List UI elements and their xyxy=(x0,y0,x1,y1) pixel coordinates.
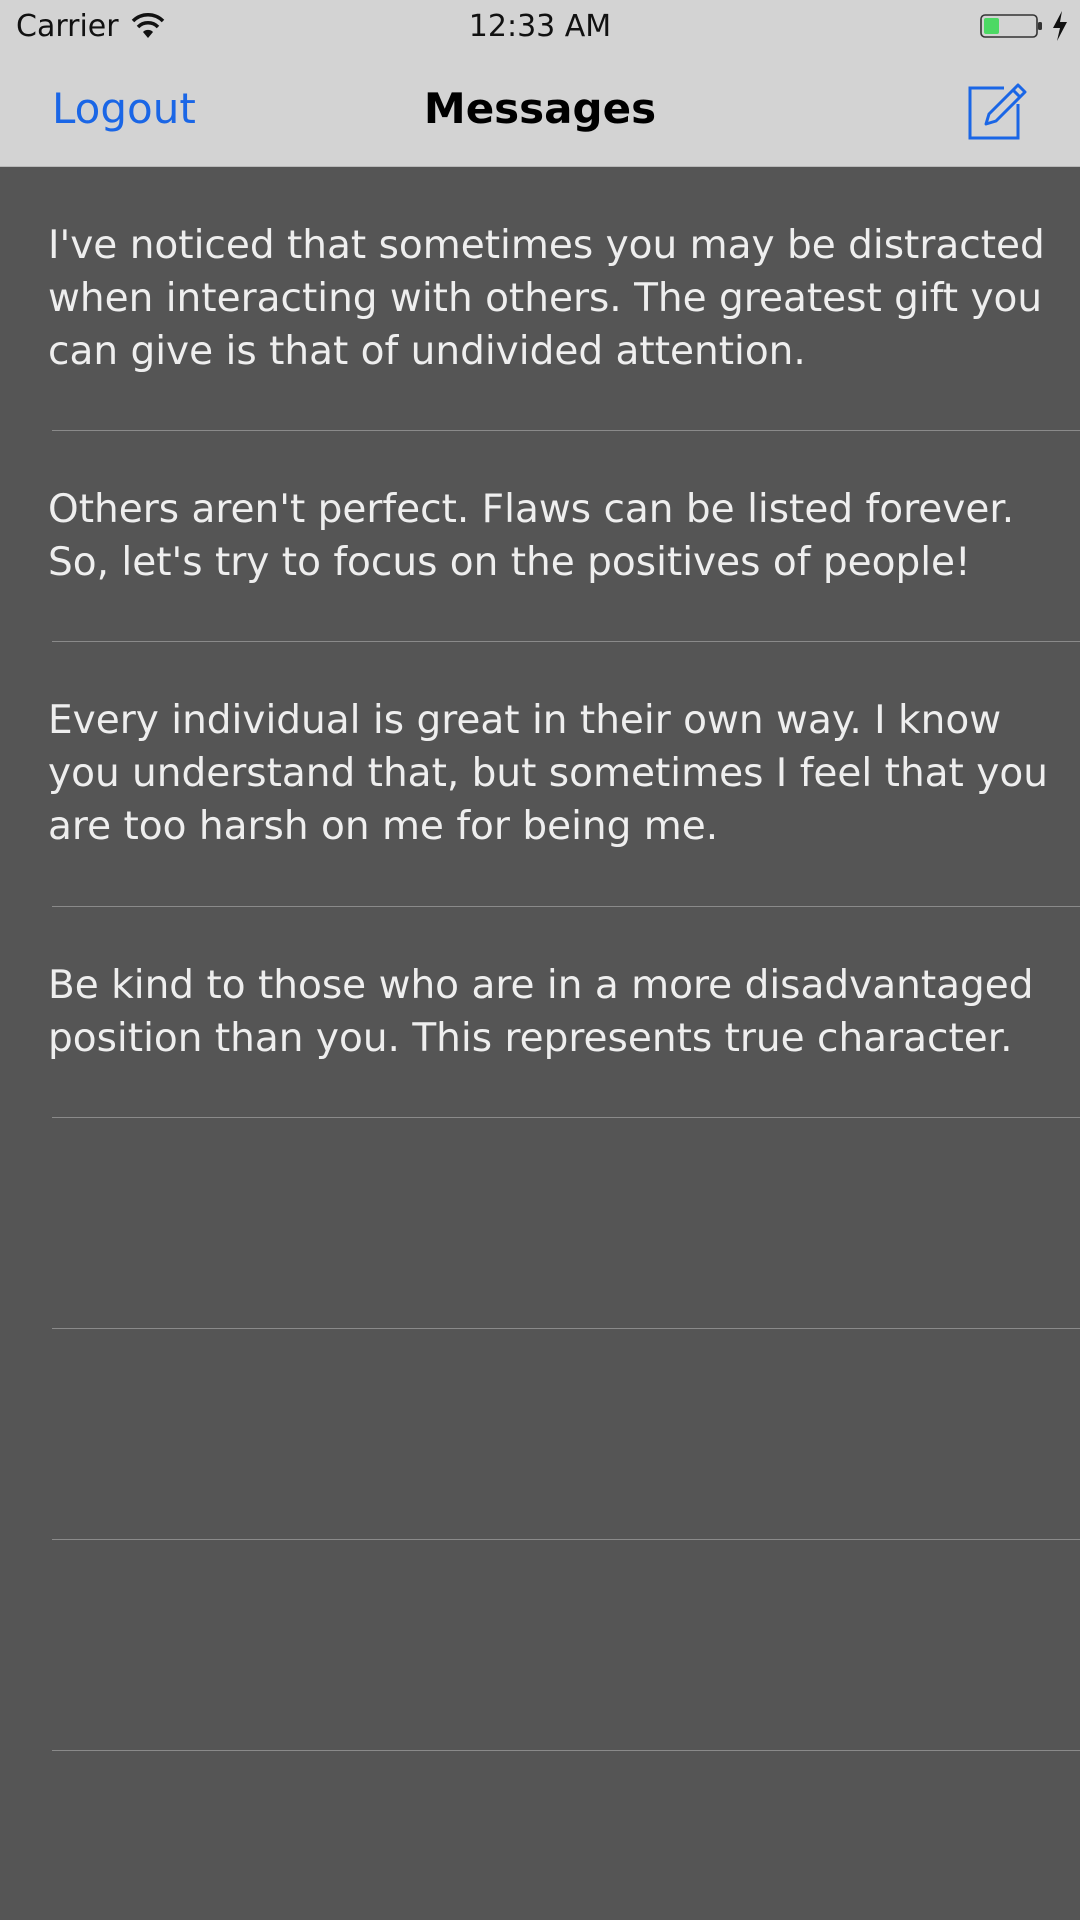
message-row[interactable]: Be kind to those who are in a more disad… xyxy=(0,907,1080,1118)
empty-row xyxy=(0,1540,1080,1751)
page-title: Messages xyxy=(423,84,657,133)
bolt-icon xyxy=(1053,11,1067,41)
row-separator xyxy=(52,1750,1080,1751)
navigation-bar: Logout Messages xyxy=(0,54,1080,167)
empty-row xyxy=(0,1118,1080,1329)
status-time: 12:33 AM xyxy=(468,9,612,44)
status-bar: Carrier 12:33 AM xyxy=(0,0,1080,54)
compose-icon[interactable] xyxy=(962,74,1032,144)
empty-row xyxy=(0,1329,1080,1540)
message-text: Be kind to those who are in a more disad… xyxy=(48,963,1034,1061)
message-row[interactable]: Every individual is great in their own w… xyxy=(0,642,1080,907)
battery-icon xyxy=(980,14,1042,38)
message-text: Others aren't perfect. Flaws can be list… xyxy=(48,487,1015,585)
message-text: Every individual is great in their own w… xyxy=(48,698,1048,849)
message-text: I've noticed that sometimes you may be d… xyxy=(48,223,1045,374)
messages-screen: Carrier 12:33 AM Logout Messages I've no… xyxy=(0,0,1080,1920)
message-row[interactable]: Others aren't perfect. Flaws can be list… xyxy=(0,431,1080,642)
message-row[interactable]: I've noticed that sometimes you may be d… xyxy=(0,167,1080,431)
